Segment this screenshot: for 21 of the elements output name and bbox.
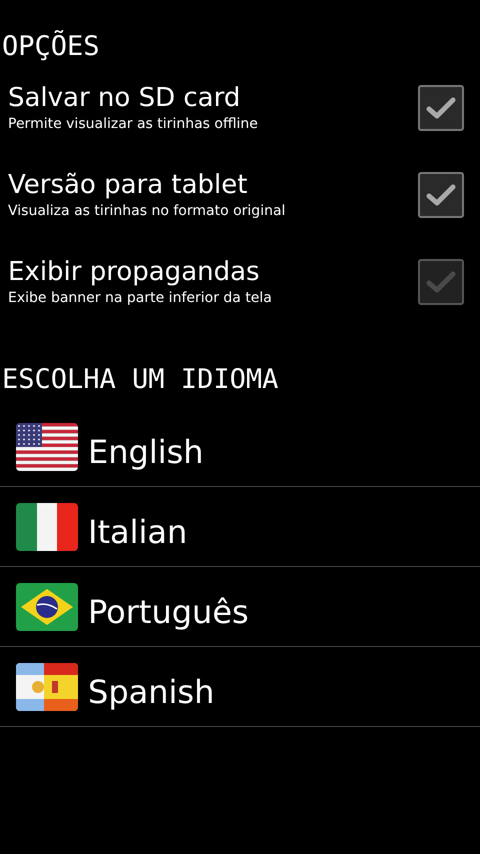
flag-icon [16,422,78,470]
flag-icon [16,662,78,710]
option-title: Salvar no SD card [8,82,242,114]
check-icon [426,182,456,206]
option-summary: Exibe banner na parte inferior da tela [8,289,272,307]
language-item[interactable]: Spanish [0,647,480,727]
option-summary: Visualiza as tirinhas no formato original [8,202,286,220]
flag-icon [16,582,78,630]
language-item[interactable]: Italian [0,487,480,567]
check-icon [426,96,456,120]
option-summary: Permite visualizar as tirinhas offline [8,115,258,133]
language-item[interactable]: Português [0,567,480,647]
section-header: ESCOLHA UM IDIOMA [1,363,280,397]
option-title: Exibir propagandas [8,256,261,288]
flag-icon [16,502,78,550]
check-icon [426,270,456,294]
section-header: OPÇÕES [1,29,101,64]
checkbox[interactable] [418,172,464,218]
language-item[interactable]: English [0,407,480,487]
option-title: Versão para tablet [8,169,248,201]
checkbox[interactable] [418,84,464,130]
